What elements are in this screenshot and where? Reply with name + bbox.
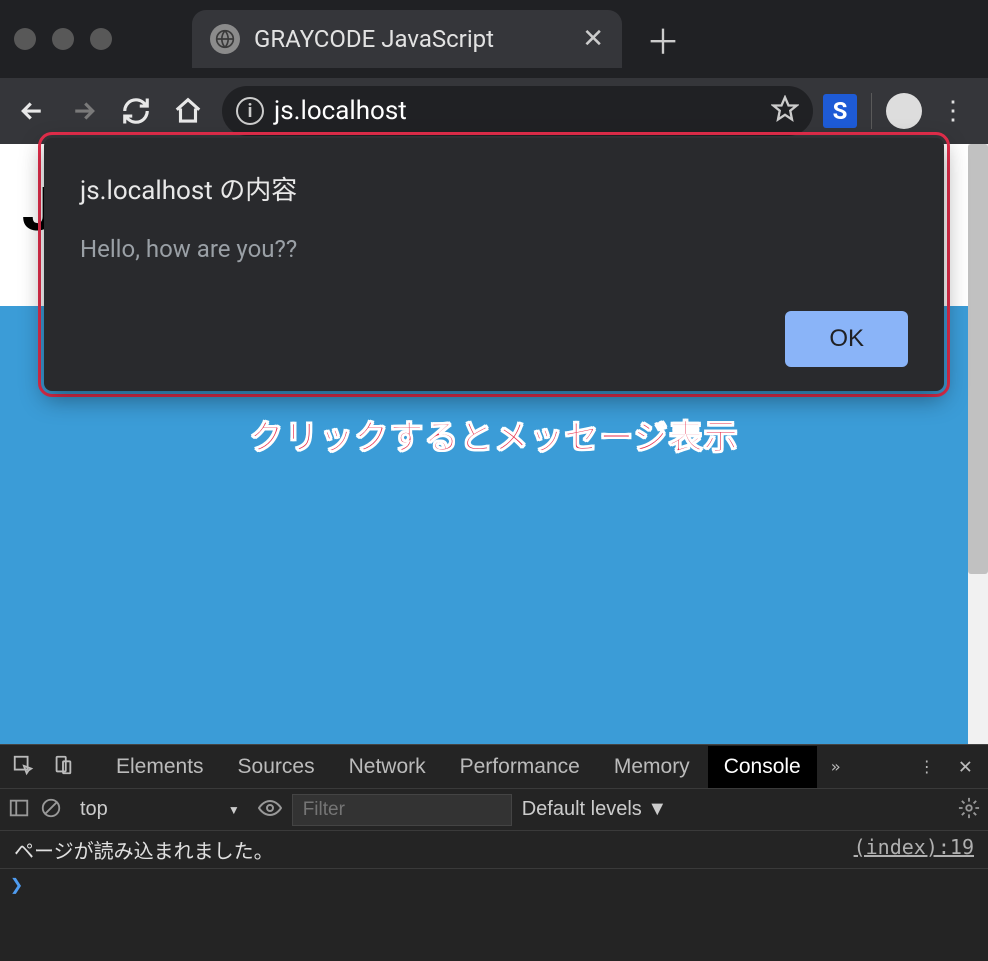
console-output: ページが読み込まれました。 (index):19 ❯ <box>0 831 988 961</box>
tab-network[interactable]: Network <box>333 746 442 788</box>
alert-title: js.localhost の内容 <box>80 170 908 207</box>
address-bar[interactable]: i js.localhost <box>222 86 813 136</box>
menu-button[interactable]: ⋮ <box>926 96 980 126</box>
titlebar: GRAYCODE JavaScript ✕ ＋ <box>0 0 988 78</box>
close-window-icon[interactable] <box>14 28 36 50</box>
scrollbar[interactable] <box>968 144 988 744</box>
reload-button[interactable] <box>112 87 160 135</box>
bookmark-star-icon[interactable] <box>771 95 799 127</box>
alert-message: Hello, how are you?? <box>80 235 908 263</box>
more-tabs-button[interactable]: » <box>819 757 853 776</box>
back-button[interactable] <box>8 87 56 135</box>
tab-performance[interactable]: Performance <box>444 746 596 788</box>
device-toggle-icon[interactable] <box>44 754 82 780</box>
console-prompt[interactable]: ❯ <box>0 869 988 902</box>
console-toolbar: top ▼ Default levels ▼ <box>0 789 988 831</box>
globe-icon <box>210 24 240 54</box>
live-expression-icon[interactable] <box>258 796 282 824</box>
info-icon[interactable]: i <box>236 97 264 125</box>
inspect-icon[interactable] <box>4 754 42 780</box>
scrollbar-thumb[interactable] <box>968 144 988 574</box>
profile-avatar[interactable] <box>886 93 922 129</box>
devtools-menu-button[interactable]: ⋮ <box>909 757 945 776</box>
filter-input[interactable] <box>292 794 512 826</box>
close-icon[interactable]: ✕ <box>582 24 604 54</box>
minimize-window-icon[interactable] <box>52 28 74 50</box>
console-sidebar-icon[interactable] <box>8 797 30 823</box>
ok-button[interactable]: OK <box>785 311 908 367</box>
separator <box>871 93 872 129</box>
tab-title: GRAYCODE JavaScript <box>254 25 568 53</box>
devtools-close-button[interactable]: ✕ <box>947 754 984 779</box>
chevron-down-icon: ▼ <box>228 803 240 817</box>
home-button[interactable] <box>164 87 212 135</box>
new-tab-button[interactable]: ＋ <box>646 15 680 64</box>
context-selector[interactable]: top ▼ <box>72 798 248 821</box>
clear-console-icon[interactable] <box>40 797 62 823</box>
maximize-window-icon[interactable] <box>90 28 112 50</box>
tab-memory[interactable]: Memory <box>598 746 706 788</box>
window-controls <box>14 28 112 50</box>
forward-button[interactable] <box>60 87 108 135</box>
devtools-tabbar: Elements Sources Network Performance Mem… <box>0 745 988 789</box>
tab-console[interactable]: Console <box>708 746 817 788</box>
devtools-panel: Elements Sources Network Performance Mem… <box>0 744 988 961</box>
alert-dialog: js.localhost の内容 Hello, how are you?? OK <box>44 138 944 391</box>
gear-icon[interactable] <box>958 797 980 823</box>
log-message: ページが読み込まれました。 <box>14 835 274 864</box>
console-log-line[interactable]: ページが読み込まれました。 (index):19 <box>0 831 988 869</box>
extension-icon[interactable]: S <box>823 94 857 128</box>
tab-elements[interactable]: Elements <box>100 746 220 788</box>
context-label: top <box>80 798 108 821</box>
tab-sources[interactable]: Sources <box>222 746 331 788</box>
url-text: js.localhost <box>274 96 761 126</box>
annotation-text: クリックするとメッセージ表示 <box>249 410 738 744</box>
browser-tab[interactable]: GRAYCODE JavaScript ✕ <box>192 10 622 68</box>
log-source[interactable]: (index):19 <box>854 835 974 864</box>
log-levels-selector[interactable]: Default levels ▼ <box>522 798 667 821</box>
alert-highlight: js.localhost の内容 Hello, how are you?? OK <box>38 132 950 397</box>
